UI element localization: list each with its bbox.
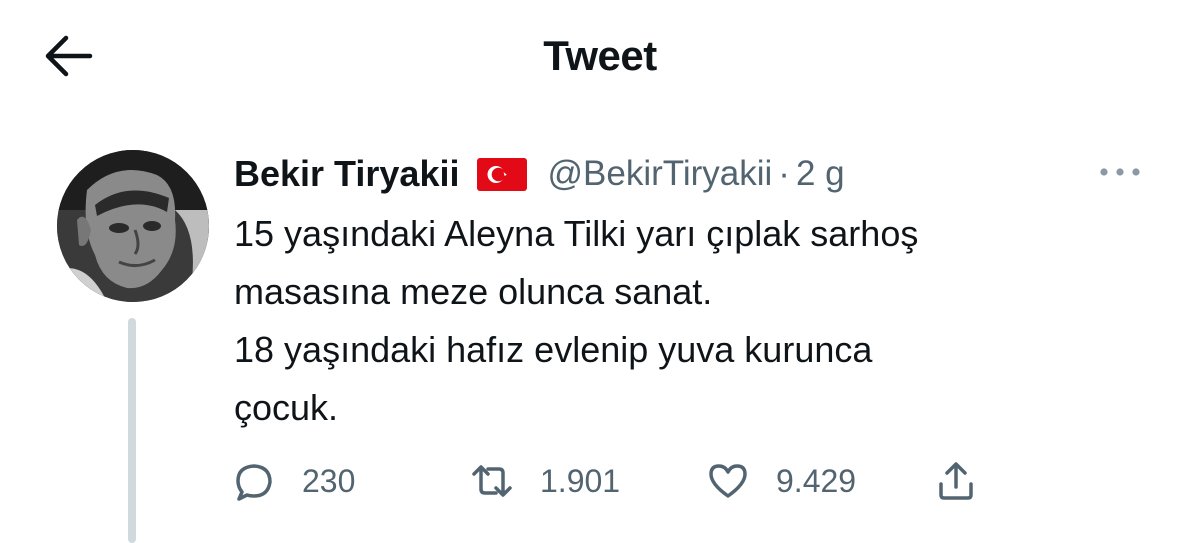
more-options-button[interactable] xyxy=(1095,160,1145,184)
tweet-author-row: Bekir Tiryakii @BekirTiryakii · 2 g xyxy=(234,148,845,200)
reply-count: 230 xyxy=(302,462,356,499)
separator-dot: · xyxy=(778,154,790,193)
retweet-icon xyxy=(472,465,512,497)
tweet-text-line: çocuk. xyxy=(234,387,339,428)
thread-line xyxy=(128,318,136,543)
profile-photo xyxy=(57,150,209,302)
reply-icon xyxy=(236,464,272,501)
more-horizontal-icon xyxy=(1100,168,1140,176)
retweet-button[interactable]: 1.901 xyxy=(470,456,620,506)
tweet-actions: 230 1.901 9.429 xyxy=(232,456,992,506)
like-count: 9.429 xyxy=(776,462,857,499)
tweet-text: 15 yaşındaki Aleyna Tilki yarı çıplak sa… xyxy=(234,205,1164,437)
avatar[interactable] xyxy=(57,150,209,302)
turkey-flag-icon xyxy=(477,157,528,191)
author-display-name[interactable]: Bekir Tiryakii xyxy=(234,153,459,195)
author-handle[interactable]: @BekirTiryakii xyxy=(547,154,772,194)
page-title: Tweet xyxy=(543,32,657,79)
tweet-text-line: masasına meze olunca sanat. xyxy=(234,271,713,312)
tweet-text-line: 15 yaşındaki Aleyna Tilki yarı çıplak sa… xyxy=(234,213,919,254)
share-button[interactable] xyxy=(934,456,978,506)
reply-button[interactable]: 230 xyxy=(232,456,355,506)
heart-icon xyxy=(709,464,747,498)
tweet-text-line: 18 yaşındaki hafız evlenip yuva kurunca xyxy=(234,329,873,370)
tweet-timestamp[interactable]: 2 g xyxy=(796,154,845,194)
retweet-count: 1.901 xyxy=(540,462,621,499)
top-bar: Tweet xyxy=(0,0,1200,112)
like-button[interactable]: 9.429 xyxy=(706,456,856,506)
share-icon xyxy=(939,462,973,500)
